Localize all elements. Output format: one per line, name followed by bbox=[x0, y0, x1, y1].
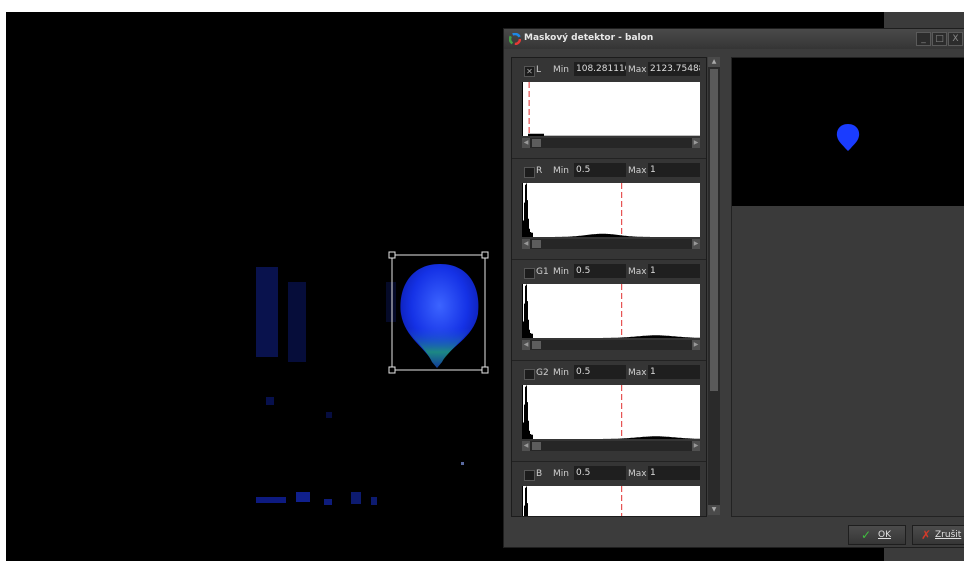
histogram-scrollbar[interactable]: ◀ ▶ bbox=[522, 138, 700, 148]
histogram[interactable] bbox=[522, 284, 700, 338]
speck bbox=[326, 412, 332, 418]
stripe-2 bbox=[288, 282, 306, 362]
min-label: Min bbox=[553, 166, 569, 176]
channel-checkbox[interactable] bbox=[524, 167, 535, 178]
histogram-scrollbar[interactable]: ◀ ▶ bbox=[522, 340, 700, 350]
scroll-right-icon[interactable]: ▶ bbox=[692, 239, 700, 249]
minimize-button[interactable]: _ bbox=[916, 32, 931, 46]
mask-preview bbox=[732, 58, 964, 206]
cross-icon: ✗ bbox=[921, 528, 932, 542]
min-field[interactable]: 0.5 bbox=[574, 163, 626, 177]
ground-spot bbox=[324, 499, 332, 505]
min-field[interactable]: 0.5 bbox=[574, 365, 626, 379]
scroll-thumb[interactable] bbox=[532, 240, 541, 248]
cancel-button[interactable]: ✗ Zrušit bbox=[912, 525, 964, 545]
scroll-thumb[interactable] bbox=[532, 442, 541, 450]
ground-spot bbox=[256, 497, 286, 503]
close-button[interactable]: X bbox=[948, 32, 963, 46]
cancel-label: Zrušit bbox=[935, 530, 962, 540]
ground-spot bbox=[296, 492, 310, 502]
stripe-1 bbox=[256, 267, 278, 357]
channel-checkbox[interactable] bbox=[524, 470, 535, 481]
histogram-scrollbar[interactable]: ◀ ▶ bbox=[522, 441, 700, 451]
min-field[interactable]: 0.5 bbox=[574, 264, 626, 278]
histogram[interactable] bbox=[522, 183, 700, 237]
mask-detector-dialog: Maskový detektor - balon _ □ X ✕ L Min 1… bbox=[503, 28, 964, 548]
channel-panels: ✕ L Min 108.2811169 Max 2123.75488 ◀ ▶ R… bbox=[511, 57, 707, 517]
max-field[interactable]: 1 bbox=[648, 264, 700, 278]
channel-checkbox[interactable] bbox=[524, 369, 535, 380]
min-label: Min bbox=[553, 267, 569, 277]
dialog-titlebar[interactable]: Maskový detektor - balon _ □ X bbox=[504, 29, 964, 49]
selection-handle-bottom-left[interactable] bbox=[388, 366, 396, 374]
max-label: Max bbox=[628, 368, 647, 378]
balloon bbox=[400, 264, 479, 368]
panels-scrollbar[interactable]: ▲ ▼ bbox=[708, 57, 720, 515]
channel-panel-b: B Min 0.5 Max 1 bbox=[512, 462, 706, 517]
ok-button[interactable]: ✓ OK bbox=[848, 525, 906, 545]
max-field[interactable]: 1 bbox=[648, 365, 700, 379]
scroll-left-icon[interactable]: ◀ bbox=[522, 441, 530, 451]
speck bbox=[461, 462, 464, 465]
scroll-right-icon[interactable]: ▶ bbox=[692, 340, 700, 350]
ok-label: OK bbox=[878, 530, 891, 540]
histogram-bars bbox=[522, 133, 700, 136]
channel-panel-g1: G1 Min 0.5 Max 1 ◀ ▶ bbox=[512, 260, 706, 361]
stripe-3 bbox=[386, 282, 396, 322]
histogram[interactable] bbox=[522, 486, 700, 517]
selection-handle-bottom-right[interactable] bbox=[481, 366, 489, 374]
preview-balloon bbox=[836, 124, 860, 151]
scroll-up-icon[interactable]: ▲ bbox=[708, 57, 720, 67]
channel-checkbox[interactable]: ✕ bbox=[524, 66, 535, 77]
channel-checkbox[interactable] bbox=[524, 268, 535, 279]
selection-handle-top-left[interactable] bbox=[388, 251, 396, 259]
histogram-bars bbox=[522, 183, 700, 237]
channel-name: R bbox=[536, 166, 543, 176]
channel-name: L bbox=[536, 65, 542, 75]
histogram-bars bbox=[522, 284, 700, 338]
scroll-thumb[interactable] bbox=[710, 69, 718, 391]
scroll-left-icon[interactable]: ◀ bbox=[522, 340, 530, 350]
max-label: Max bbox=[628, 469, 647, 479]
scroll-thumb[interactable] bbox=[532, 341, 541, 349]
max-label: Max bbox=[628, 166, 647, 176]
channel-name: B bbox=[536, 469, 543, 479]
ground-spot bbox=[371, 497, 377, 505]
scroll-thumb[interactable] bbox=[532, 139, 541, 147]
scroll-left-icon[interactable]: ◀ bbox=[522, 138, 530, 148]
max-label: Max bbox=[628, 65, 647, 75]
min-label: Min bbox=[553, 368, 569, 378]
app-logo-icon bbox=[509, 33, 521, 45]
max-label: Max bbox=[628, 267, 647, 277]
max-field[interactable]: 1 bbox=[648, 163, 700, 177]
scroll-down-icon[interactable]: ▼ bbox=[708, 505, 720, 515]
histogram[interactable] bbox=[522, 82, 700, 136]
min-field[interactable]: 108.2811169 bbox=[574, 62, 626, 76]
histogram-bars bbox=[522, 385, 700, 439]
channel-panel-l: ✕ L Min 108.2811169 Max 2123.75488 ◀ ▶ bbox=[512, 58, 706, 159]
min-label: Min bbox=[553, 469, 569, 479]
speck bbox=[266, 397, 274, 405]
preview-panel bbox=[731, 57, 964, 517]
ground-spot bbox=[351, 492, 361, 504]
scroll-right-icon[interactable]: ▶ bbox=[692, 441, 700, 451]
min-label: Min bbox=[553, 65, 569, 75]
histogram-scrollbar[interactable]: ◀ ▶ bbox=[522, 239, 700, 249]
channel-name: G1 bbox=[536, 267, 549, 277]
max-field[interactable]: 1 bbox=[648, 466, 700, 480]
maximize-button[interactable]: □ bbox=[932, 32, 947, 46]
histogram[interactable] bbox=[522, 385, 700, 439]
max-field[interactable]: 2123.75488 bbox=[648, 62, 700, 76]
channel-panel-g2: G2 Min 0.5 Max 1 ◀ ▶ bbox=[512, 361, 706, 462]
channel-name: G2 bbox=[536, 368, 549, 378]
scroll-left-icon[interactable]: ◀ bbox=[522, 239, 530, 249]
checkmark-icon: ✓ bbox=[861, 528, 872, 542]
dialog-title: Maskový detektor - balon bbox=[524, 33, 654, 43]
histogram-bars bbox=[524, 486, 528, 516]
selection-handle-top-right[interactable] bbox=[481, 251, 489, 259]
channel-panel-r: R Min 0.5 Max 1 ◀ ▶ bbox=[512, 159, 706, 260]
min-field[interactable]: 0.5 bbox=[574, 466, 626, 480]
scroll-right-icon[interactable]: ▶ bbox=[692, 138, 700, 148]
